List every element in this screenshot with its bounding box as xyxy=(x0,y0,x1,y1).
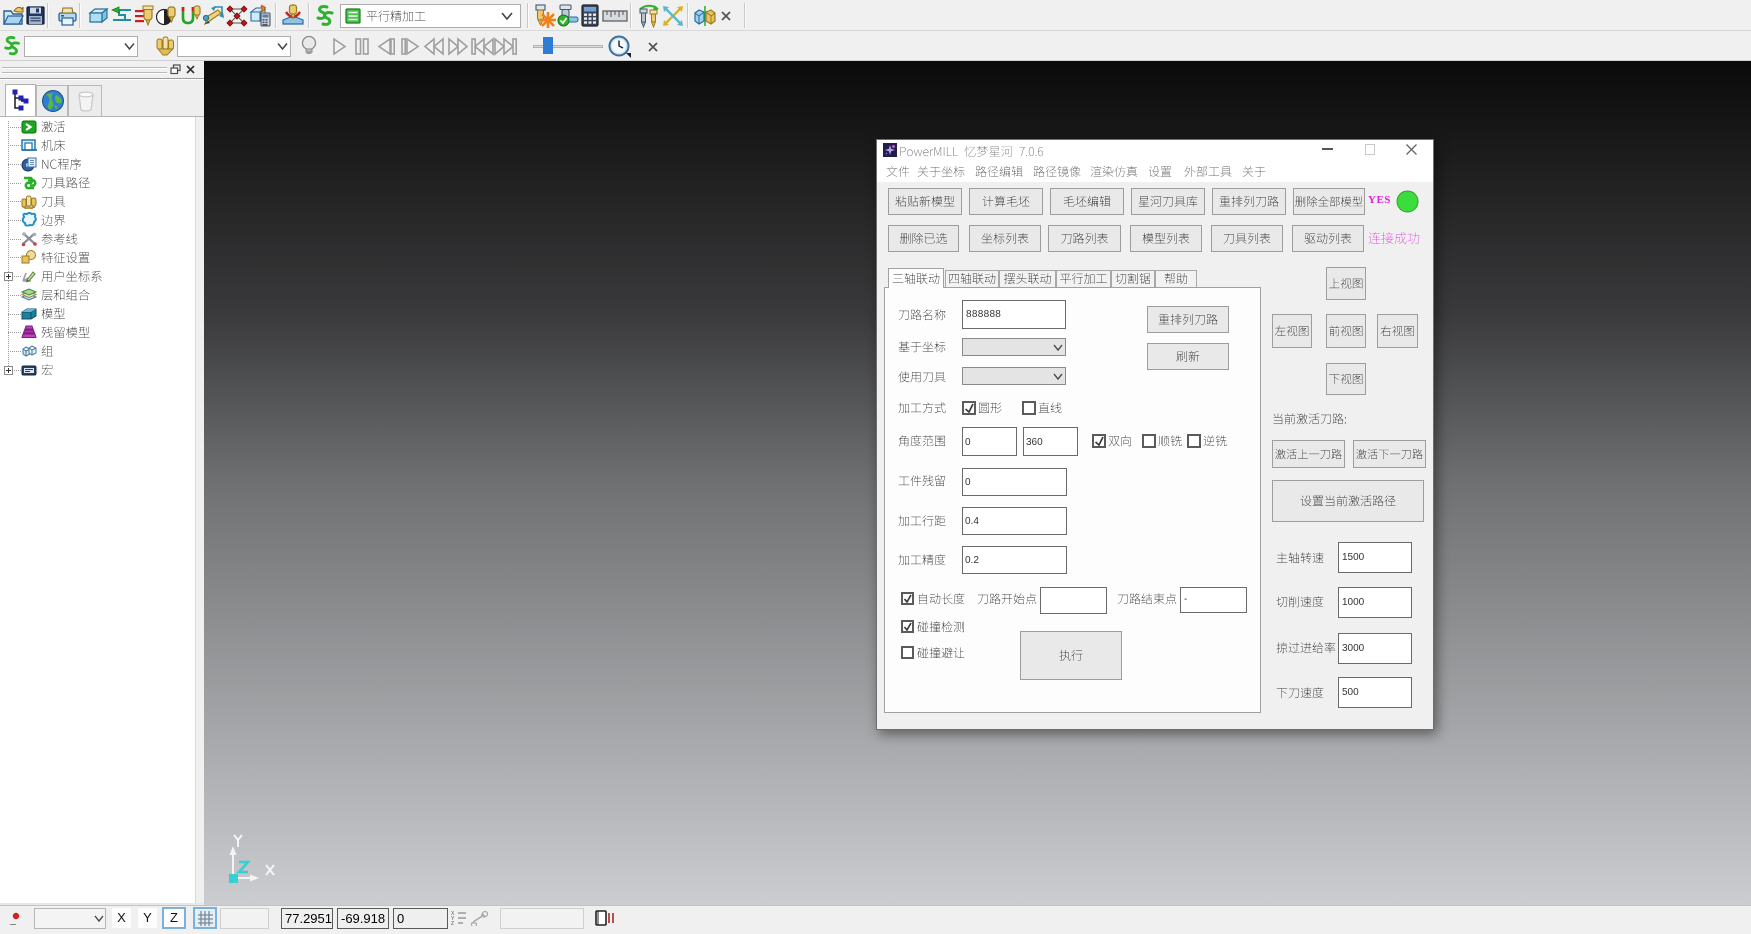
svg-text:Z: Z xyxy=(451,921,454,926)
